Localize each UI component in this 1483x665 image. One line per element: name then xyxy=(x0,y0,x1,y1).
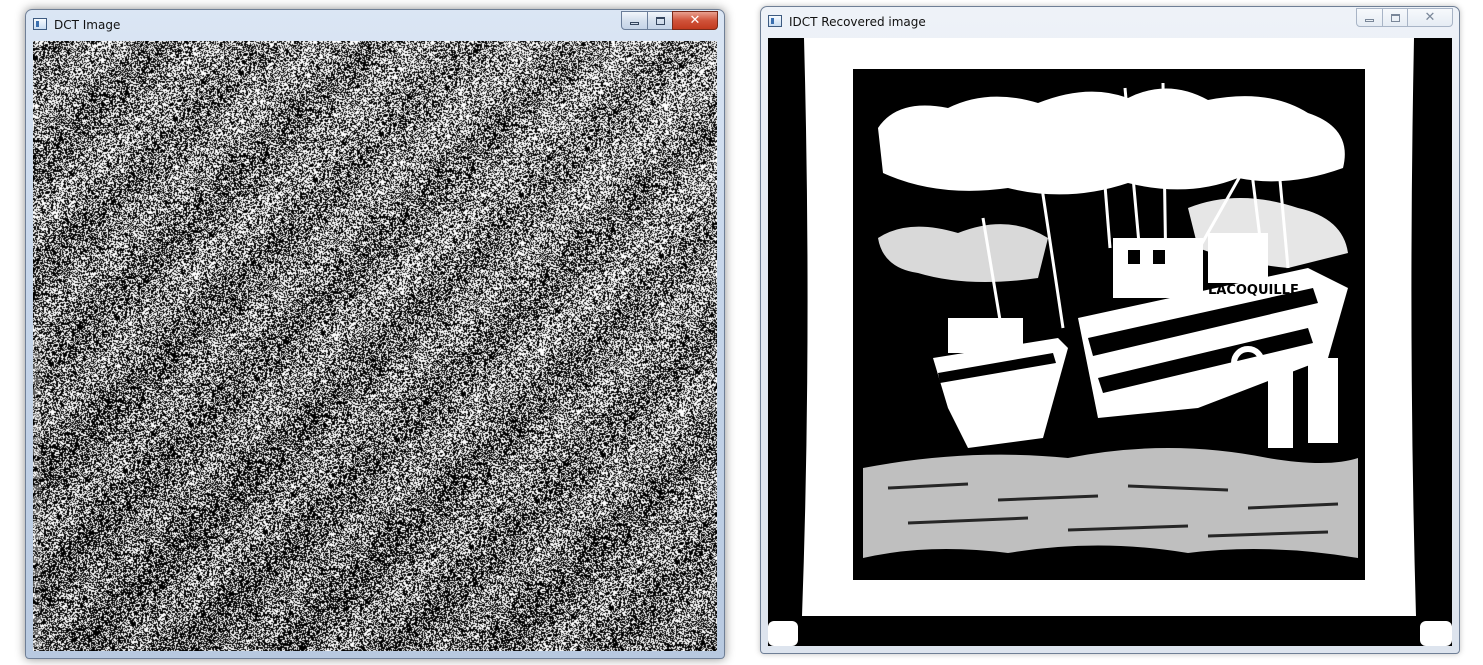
caption-buttons: ✕ xyxy=(621,11,718,30)
svg-text:LACOQUILLE: LACOQUILLE xyxy=(1208,283,1299,298)
window-title: DCT Image xyxy=(54,18,121,32)
close-icon: ✕ xyxy=(1424,10,1436,25)
window-title: IDCT Recovered image xyxy=(789,15,926,29)
titlebar[interactable]: IDCT Recovered image ✕ xyxy=(761,7,1459,37)
minimize-button[interactable] xyxy=(1356,8,1383,27)
minimize-icon xyxy=(1365,19,1374,22)
close-button[interactable]: ✕ xyxy=(1407,8,1453,27)
maximize-button[interactable] xyxy=(647,11,673,30)
dct-image-window[interactable]: DCT Image ✕ xyxy=(25,9,725,659)
minimize-button[interactable] xyxy=(621,11,648,30)
maximize-icon xyxy=(1390,13,1400,22)
minimize-icon xyxy=(630,22,639,25)
idct-image-canvas-area: LACOQUILLE xyxy=(768,38,1452,646)
maximize-icon xyxy=(655,16,665,25)
titlebar[interactable]: DCT Image ✕ xyxy=(26,10,724,40)
dct-image xyxy=(33,41,717,651)
dct-image-canvas-area xyxy=(33,41,717,651)
close-icon: ✕ xyxy=(689,13,701,28)
caption-buttons: ✕ xyxy=(1356,8,1453,27)
idct-recovered-window[interactable]: IDCT Recovered image ✕ LACOQUILLE xyxy=(760,6,1460,654)
app-icon[interactable] xyxy=(768,15,782,27)
idct-recovered-image: LACOQUILLE xyxy=(768,38,1452,646)
close-button[interactable]: ✕ xyxy=(672,11,718,30)
maximize-button[interactable] xyxy=(1382,8,1408,27)
app-icon[interactable] xyxy=(33,18,47,30)
